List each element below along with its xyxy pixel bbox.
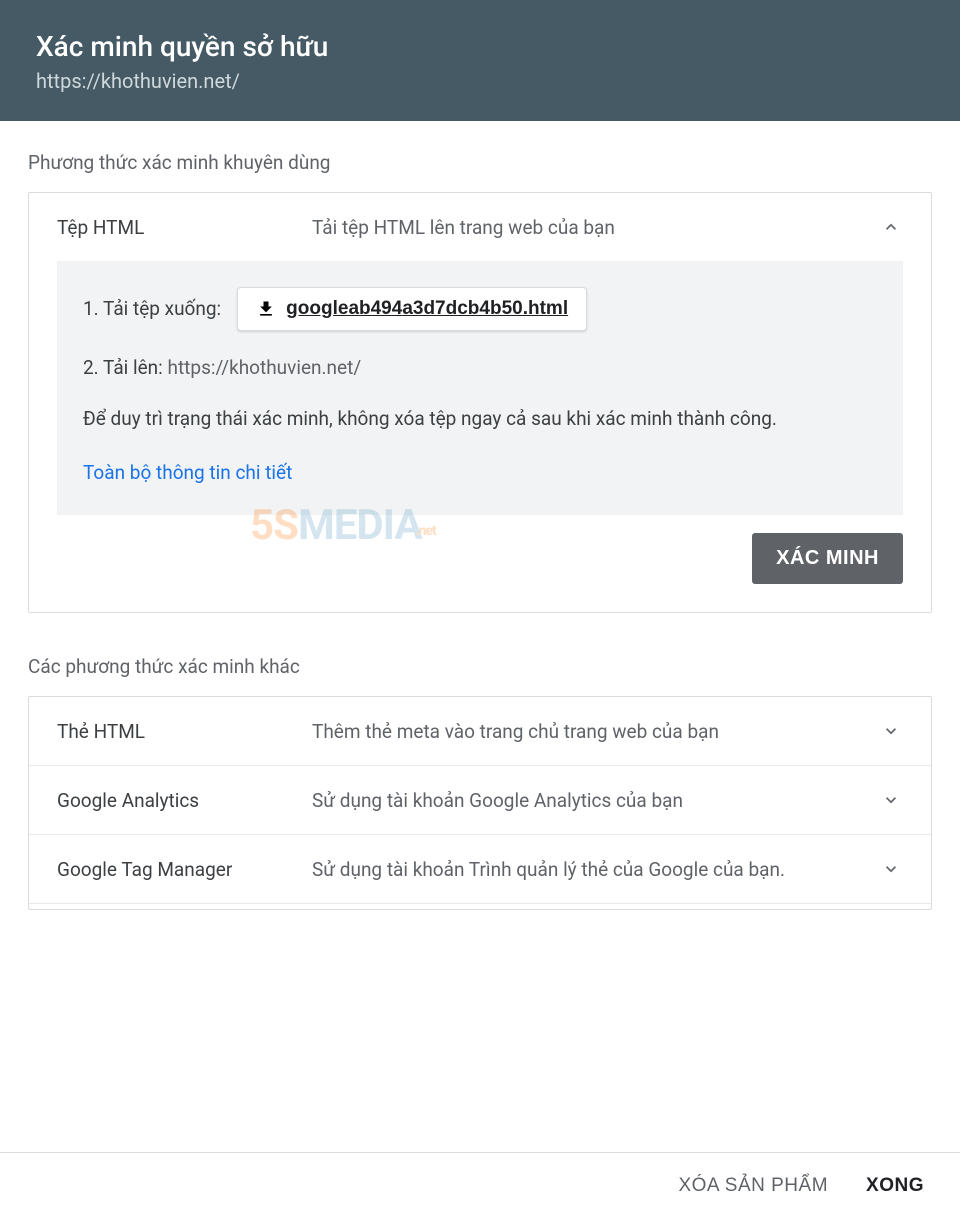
method-html-file-header[interactable]: Tệp HTML Tải tệp HTML lên trang web của … [29,193,931,261]
method-title: Tệp HTML [57,216,312,239]
step2-label: 2. Tải lên: [83,356,163,379]
main-scroll-area[interactable]: Phương thức xác minh khuyên dùng Tệp HTM… [0,121,960,1152]
other-section-label: Các phương thức xác minh khác [28,655,932,678]
download-icon [256,299,276,319]
method-google-tag-manager[interactable]: Google Tag Manager Sử dụng tài khoản Trì… [29,834,931,903]
download-file-button[interactable]: googleab494a3d7dcb4b50.html [237,287,587,331]
method-google-analytics[interactable]: Google Analytics Sử dụng tài khoản Googl… [29,765,931,834]
method-desc: Sử dụng tài khoản Trình quản lý thẻ của … [312,858,879,881]
recommended-section-label: Phương thức xác minh khuyên dùng [28,151,932,174]
note-text: Để duy trì trạng thái xác minh, không xó… [83,404,877,433]
header: Xác minh quyền sở hữu https://khothuvien… [0,0,960,121]
verify-button[interactable]: XÁC MINH [752,533,903,584]
list-item [29,903,931,909]
download-filename: googleab494a3d7dcb4b50.html [286,298,568,320]
chevron-down-icon [879,857,903,881]
chevron-down-icon [879,719,903,743]
other-methods-card: Thẻ HTML Thêm thẻ meta vào trang chủ tra… [28,696,932,910]
step2-url: https://khothuvien.net/ [168,356,362,379]
method-desc: Sử dụng tài khoản Google Analytics của b… [312,789,879,812]
remove-product-button[interactable]: XÓA SẢN PHẨM [678,1175,828,1197]
method-html-tag[interactable]: Thẻ HTML Thêm thẻ meta vào trang chủ tra… [29,697,931,765]
chevron-down-icon [879,788,903,812]
step1-label: 1. Tải tệp xuống: [83,294,221,323]
recommended-method-card: Tệp HTML Tải tệp HTML lên trang web của … [28,192,932,613]
chevron-up-icon [879,215,903,239]
done-button[interactable]: XONG [866,1175,924,1197]
footer: XÓA SẢN PHẨM XONG [0,1152,960,1219]
method-title: Thẻ HTML [57,720,312,743]
page-title: Xác minh quyền sở hữu [36,30,924,63]
method-title: Google Analytics [57,789,312,812]
header-url: https://khothuvien.net/ [36,69,924,93]
method-desc: Thêm thẻ meta vào trang chủ trang web củ… [312,720,879,743]
full-details-link[interactable]: Toàn bộ thông tin chi tiết [83,458,877,487]
method-title: Google Tag Manager [57,858,312,881]
method-desc: Tải tệp HTML lên trang web của bạn [312,216,879,239]
method-detail-panel: 1. Tải tệp xuống: googleab494a3d7dcb4b50… [57,261,903,515]
